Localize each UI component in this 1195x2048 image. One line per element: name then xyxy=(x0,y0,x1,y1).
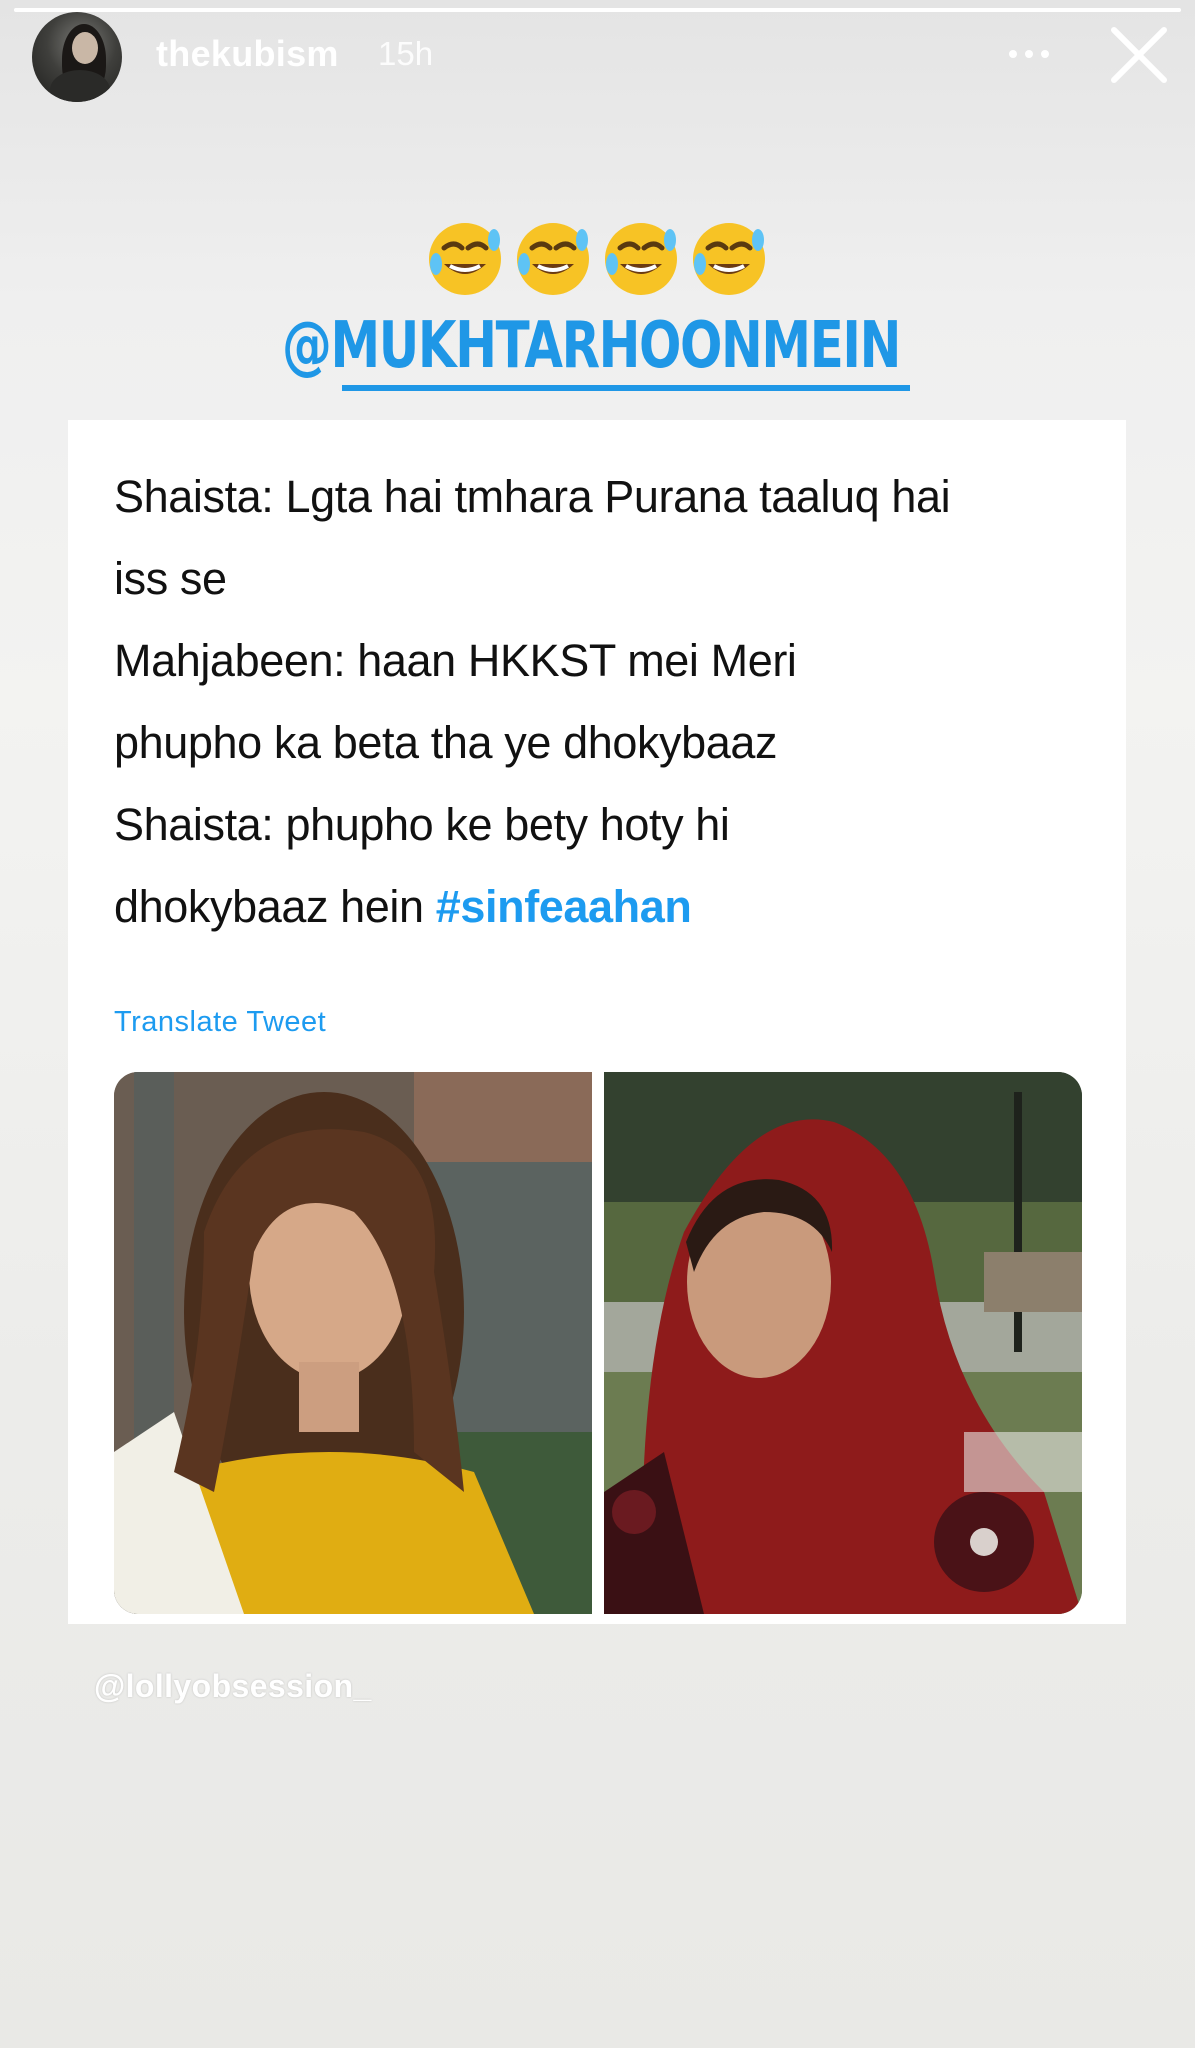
rolling-laughing-emoji-icon xyxy=(429,223,501,295)
tweet-line: Shaista: phupho ke bety hoty hi xyxy=(114,799,730,850)
timestamp: 15h xyxy=(378,35,434,72)
rolling-laughing-emoji-icon xyxy=(693,223,765,295)
emoji-sticker[interactable] xyxy=(424,218,774,308)
avatar-body xyxy=(50,70,110,102)
more-dots-icon xyxy=(1025,50,1033,58)
woman-yellow-outfit-photo xyxy=(114,1072,592,1614)
story-progress-fill xyxy=(14,8,1181,12)
tweet-line: iss se xyxy=(114,553,227,604)
close-icon xyxy=(1111,27,1167,83)
rolling-laughing-emoji-icon xyxy=(605,223,677,295)
woman-red-scarf-photo xyxy=(604,1072,1082,1614)
more-dots-icon xyxy=(1041,50,1049,58)
tweet-text: Shaista: Lgta hai tmhara Purana taaluq h… xyxy=(114,456,1114,948)
tweet-screenshot-card: Shaista: Lgta hai tmhara Purana taaluq h… xyxy=(68,420,1126,1624)
tweet-line: dhokybaaz hein xyxy=(114,881,436,932)
mention-underline xyxy=(342,385,910,391)
translate-tweet-link[interactable]: Translate Tweet xyxy=(114,1006,326,1039)
avatar[interactable] xyxy=(32,12,122,102)
close-button[interactable] xyxy=(1106,22,1172,88)
avatar-face xyxy=(72,32,98,64)
tweet-line-with-hashtag: dhokybaaz hein #sinfeaahan xyxy=(114,866,1114,948)
story-progress-bar xyxy=(14,8,1181,12)
tweet-line: Shaista: Lgta hai tmhara Purana taaluq h… xyxy=(114,471,951,522)
mention-sticker[interactable]: @MUKHTARHOONMEIN xyxy=(282,306,901,386)
tweet-photo-right[interactable] xyxy=(604,1072,1082,1614)
rolling-laughing-emoji-icon xyxy=(517,223,589,295)
username[interactable]: thekubism xyxy=(156,33,339,75)
tweet-line: Mahjabeen: haan HKKST mei Meri xyxy=(114,635,797,686)
hashtag-link[interactable]: #sinfeaahan xyxy=(436,881,692,932)
more-dots-icon xyxy=(1009,50,1017,58)
tweet-line: phupho ka beta tha ye dhokybaaz xyxy=(114,717,778,768)
tweet-photo-left[interactable] xyxy=(114,1072,592,1614)
more-options-button[interactable] xyxy=(996,34,1062,74)
caption-text: @lollyobsession_ xyxy=(94,1668,372,1704)
